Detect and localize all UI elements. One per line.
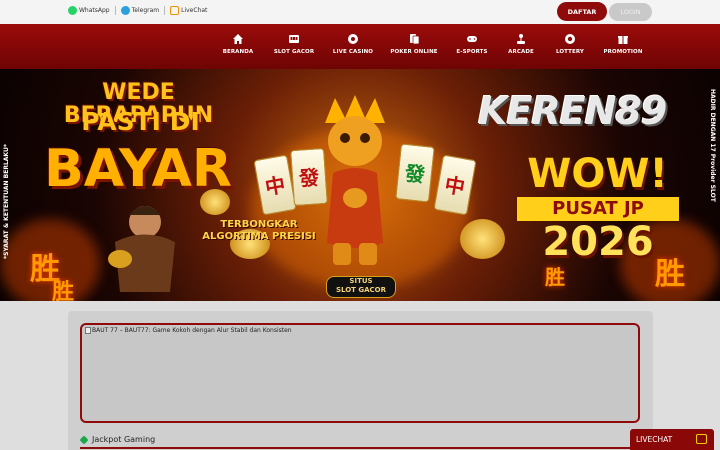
whatsapp-label: WhatsApp: [79, 7, 110, 14]
main-nav: BERANDA SLOT GACOR LIVE CASINO POKER ONL…: [0, 24, 720, 69]
home-icon: [233, 34, 243, 44]
nav-item-beranda[interactable]: BERANDA: [208, 33, 268, 55]
sheng-character: 胜: [545, 265, 565, 289]
joystick-icon: [517, 34, 525, 44]
provider-note: HADIR DENGAN 17 Provider SLOT: [709, 89, 716, 202]
login-button[interactable]: LOGIN: [609, 3, 652, 21]
image-alt-text: BAUT 77 – BAUT77: Game Kokoh dengan Alur…: [92, 327, 292, 334]
nav-item-poker-online[interactable]: POKER ONLINE: [384, 33, 444, 55]
gamepad-icon: [467, 36, 477, 42]
terms-note: *SYARAT & KETENTUAN BERLAKU*: [3, 144, 10, 259]
main-content: BAUT 77 – BAUT77: Game Kokoh dengan Alur…: [68, 311, 653, 450]
telegram-link[interactable]: Telegram: [114, 6, 165, 15]
whatsapp-link[interactable]: WhatsApp: [68, 6, 115, 15]
nav-label: POKER ONLINE: [390, 49, 438, 55]
nav-item-promotion[interactable]: PROMOTION: [593, 33, 653, 55]
mahjong-tile: 發: [395, 143, 435, 203]
gem-icon: [79, 434, 89, 445]
sheng-character: 胜: [655, 257, 685, 292]
roulette-icon: [348, 34, 358, 44]
section-title-text: Jackpot Gaming: [92, 435, 156, 444]
contact-links: WhatsApp Telegram LiveChat: [68, 6, 212, 15]
banner-year: 2026: [542, 219, 654, 265]
nav-label: LOTTERY: [556, 49, 584, 55]
gold-coins: [460, 219, 505, 259]
banner-headline-2: PASTI DI: [81, 107, 200, 136]
broken-image: BAUT 77 – BAUT77: Game Kokoh dengan Alur…: [85, 327, 292, 334]
section-title: Jackpot Gaming: [79, 434, 156, 445]
livechat-link-label: LiveChat: [181, 7, 208, 14]
situs-badge: SITUS SLOT GACOR: [326, 276, 396, 298]
gold-coins: [200, 189, 230, 215]
promo-banner[interactable]: *SYARAT & KETENTUAN BERLAKU* HADIR DENGA…: [0, 69, 720, 301]
livechat-icon: [170, 6, 180, 15]
livechat-label: LIVECHAT: [636, 435, 673, 444]
nav-item-live-casino[interactable]: LIVE CASINO: [323, 33, 383, 55]
nav-item-lottery[interactable]: LOTTERY: [540, 33, 600, 55]
lottery-ball-icon: [565, 34, 575, 44]
brand-logo: KEREN89: [478, 89, 667, 133]
chat-bubble-icon: [696, 434, 707, 444]
nav-label: SLOT GACOR: [273, 49, 315, 55]
banner-wow: WOW!: [527, 151, 668, 197]
telegram-label: Telegram: [131, 7, 160, 14]
featured-image-frame[interactable]: BAUT 77 – BAUT77: Game Kokoh dengan Alur…: [80, 323, 640, 423]
broken-image-icon: [85, 327, 91, 334]
section-divider: [80, 447, 640, 449]
nav-label: PROMOTION: [603, 49, 643, 55]
cards-icon: [410, 34, 420, 45]
banner-tagline: TERBONGKAR ALGORTIMA PRESISI: [202, 219, 316, 242]
banner-pusat-jp: PUSAT JP: [517, 197, 679, 221]
gift-icon: [618, 36, 628, 44]
sheng-character: 胜: [52, 280, 75, 301]
slot-machine-icon: [289, 35, 299, 43]
golden-cat-mascot: [325, 95, 385, 265]
whatsapp-icon: [68, 6, 77, 15]
top-contact-bar: WhatsApp Telegram LiveChat DAFTAR LOGIN: [0, 0, 720, 24]
livechat-link[interactable]: LiveChat: [164, 6, 212, 15]
character-mascot: [108, 206, 175, 292]
livechat-button[interactable]: LIVECHAT: [630, 429, 714, 450]
nav-label: BERANDA: [222, 49, 254, 55]
nav-label: LIVE CASINO: [332, 49, 374, 55]
telegram-icon: [120, 6, 130, 15]
register-button[interactable]: DAFTAR: [557, 2, 607, 21]
nav-item-slot-gacor[interactable]: SLOT GACOR: [264, 33, 324, 55]
